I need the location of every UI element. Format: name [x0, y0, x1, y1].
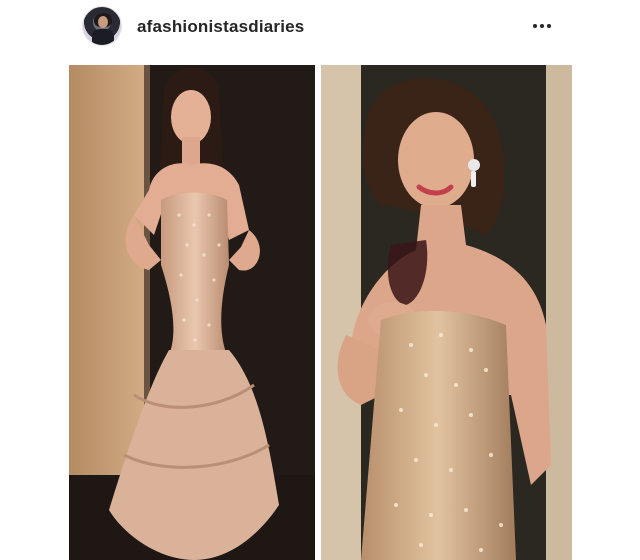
face-shape — [171, 90, 211, 144]
earring-shape — [468, 159, 480, 171]
dot — [533, 24, 537, 28]
post-photo-right[interactable] — [321, 65, 572, 560]
right-wall — [546, 65, 572, 560]
profile-avatar[interactable] — [82, 6, 122, 46]
post-photo-left[interactable] — [69, 65, 315, 560]
post-header: afashionistasdiaries — [0, 0, 640, 58]
dot — [540, 24, 544, 28]
avatar-face — [98, 16, 108, 28]
left-wall — [321, 65, 361, 560]
photo-left-illustration — [69, 65, 315, 560]
dot — [547, 24, 551, 28]
avatar-body — [92, 29, 114, 45]
bodice-shape — [361, 310, 516, 560]
more-options-icon[interactable] — [528, 14, 556, 38]
photo-right-illustration — [321, 65, 572, 560]
username-link[interactable]: afashionistasdiaries — [137, 17, 304, 37]
neck-shape — [182, 137, 200, 167]
earring-drop — [471, 171, 476, 187]
